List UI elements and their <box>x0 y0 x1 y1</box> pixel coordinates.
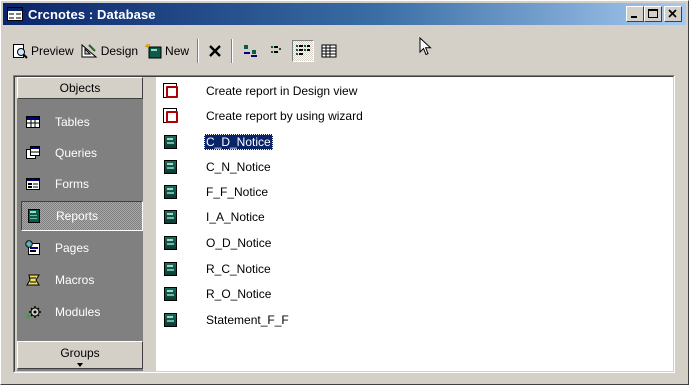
list-item-create-wizard[interactable]: Create report by using wizard <box>160 106 365 126</box>
report-icon <box>162 184 178 200</box>
database-toolbar: Preview Design New <box>3 29 686 73</box>
design-button[interactable]: Design <box>77 38 141 64</box>
delete-button[interactable] <box>204 38 226 64</box>
list-item-report[interactable]: I_A_Notice <box>160 207 267 227</box>
large-icons-icon <box>244 45 258 57</box>
minimize-icon <box>631 16 637 18</box>
preview-label: Preview <box>31 44 74 58</box>
details-view-icon <box>321 44 337 58</box>
groups-header-button[interactable]: Groups <box>17 341 143 369</box>
title-bar[interactable]: Crcnotes : Database <box>3 3 686 25</box>
objects-item-label: Pages <box>55 241 90 255</box>
list-item-report[interactable]: Statement_F_F <box>160 310 291 330</box>
new-button[interactable]: New <box>141 38 192 64</box>
wizard-icon <box>162 83 178 99</box>
design-label: Design <box>100 44 139 58</box>
new-object-icon <box>144 43 162 59</box>
objects-item-label: Tables <box>55 115 90 129</box>
delete-icon <box>209 45 221 57</box>
list-item-report[interactable]: C_D_Notice <box>160 132 273 152</box>
report-icon <box>162 134 178 150</box>
maximize-icon <box>648 9 658 18</box>
objects-item-label: Queries <box>55 146 98 160</box>
report-icon <box>26 208 42 224</box>
objects-item-pages[interactable]: Pages <box>21 233 143 263</box>
preview-icon <box>13 44 28 59</box>
minimize-button[interactable] <box>626 6 644 22</box>
close-button[interactable] <box>664 6 682 22</box>
maximize-button[interactable] <box>644 6 662 22</box>
list-item-label: Statement_F_F <box>206 313 289 327</box>
list-view-button[interactable] <box>292 40 315 62</box>
objects-item-macros[interactable]: Macros <box>21 265 143 295</box>
preview-button[interactable]: Preview <box>9 38 77 64</box>
list-item-report[interactable]: O_D_Notice <box>160 233 273 253</box>
list-item-label: O_D_Notice <box>206 236 272 250</box>
objects-item-modules[interactable]: Modules <box>21 297 143 327</box>
list-view-icon <box>296 45 311 55</box>
close-icon <box>668 9 677 18</box>
objects-item-label: Modules <box>55 305 101 319</box>
list-item-report[interactable]: R_O_Notice <box>160 284 273 304</box>
database-icon <box>7 7 23 21</box>
chevron-down-icon <box>77 363 83 367</box>
module-icon <box>25 304 41 320</box>
objects-item-label: Forms <box>55 177 89 191</box>
small-icons-icon <box>271 46 282 53</box>
report-icon <box>162 235 178 251</box>
small-icons-button[interactable] <box>266 40 288 62</box>
list-item-label: Create report in Design view <box>206 84 358 98</box>
list-item-label: C_D_Notice <box>204 134 273 150</box>
list-item-label: I_A_Notice <box>206 210 265 224</box>
details-view-button[interactable] <box>318 40 340 62</box>
objects-item-label: Macros <box>55 273 95 287</box>
arrow-cursor-icon <box>419 36 432 56</box>
macro-icon <box>25 272 41 288</box>
toolbar-separator <box>231 39 234 63</box>
groups-header-label: Groups <box>60 346 100 360</box>
report-icon <box>162 312 178 328</box>
objects-header-button[interactable]: Objects <box>17 77 143 99</box>
list-item-label: C_N_Notice <box>206 160 271 174</box>
list-item-label: R_O_Notice <box>206 287 272 301</box>
design-icon <box>81 43 98 58</box>
query-icon <box>25 145 41 161</box>
toolbar-separator <box>197 39 200 63</box>
list-item-create-design[interactable]: Create report in Design view <box>160 81 359 101</box>
objects-item-tables[interactable]: Tables <box>21 107 143 137</box>
objects-item-queries[interactable]: Queries <box>21 138 143 168</box>
objects-item-reports[interactable]: Reports <box>21 201 143 231</box>
report-list: Create report in Design view Create repo… <box>156 77 673 371</box>
new-label: New <box>165 44 190 58</box>
objects-item-forms[interactable]: Forms <box>21 169 143 199</box>
objects-header-label: Objects <box>59 81 101 95</box>
wizard-icon <box>162 108 178 124</box>
list-item-label: R_C_Notice <box>206 262 271 276</box>
list-item-report[interactable]: F_F_Notice <box>160 182 270 202</box>
report-icon <box>162 261 178 277</box>
objects-item-label: Reports <box>56 209 99 223</box>
list-item-label: Create report by using wizard <box>206 109 363 123</box>
large-icons-button[interactable] <box>240 40 262 62</box>
report-icon <box>162 209 178 225</box>
objects-bar: Objects Tables Queries Forms Reports Pag… <box>17 77 143 371</box>
table-icon <box>25 114 41 130</box>
list-item-report[interactable]: C_N_Notice <box>160 157 273 177</box>
page-icon <box>25 240 41 256</box>
list-item-report[interactable]: R_C_Notice <box>160 259 273 279</box>
form-icon <box>25 176 41 192</box>
report-icon <box>162 286 178 302</box>
report-icon <box>162 159 178 175</box>
list-item-label: F_F_Notice <box>206 185 269 199</box>
window-title: Crcnotes : Database <box>28 6 156 22</box>
database-window: Crcnotes : Database Preview Design New O… <box>0 0 689 385</box>
